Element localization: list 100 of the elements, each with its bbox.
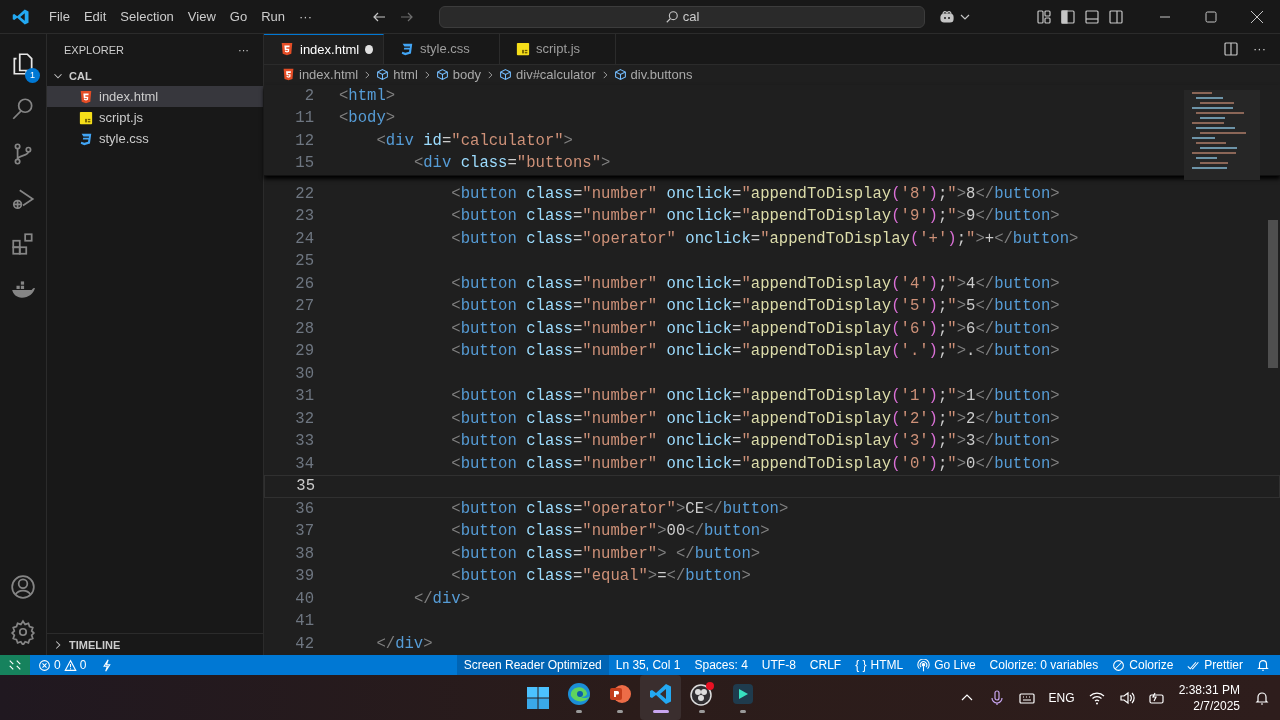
notification-bell-icon[interactable] bbox=[1254, 689, 1270, 706]
cube-icon bbox=[613, 68, 627, 82]
running-indicator bbox=[652, 710, 669, 713]
html-file-icon bbox=[79, 89, 93, 104]
line-number: 24 bbox=[294, 229, 314, 248]
search-field[interactable]: cal bbox=[439, 5, 925, 28]
problems-indicator[interactable]: 0 0 bbox=[30, 658, 95, 672]
menu-item[interactable]: ··· bbox=[292, 6, 319, 27]
menu-item[interactable]: File bbox=[42, 6, 77, 27]
line-number: 39 bbox=[294, 567, 314, 586]
breadcrumb-item[interactable]: div#calculator bbox=[499, 67, 596, 83]
menu-item[interactable]: View bbox=[180, 6, 223, 27]
chevron-right-icon bbox=[485, 69, 495, 80]
presentation-app-icon[interactable] bbox=[607, 682, 632, 706]
editor-tab[interactable]: style.css bbox=[384, 34, 500, 64]
cube-icon bbox=[435, 68, 449, 82]
code-editor-logo-icon bbox=[12, 7, 30, 26]
line-number: 37 bbox=[294, 522, 314, 541]
layout-controls-icon[interactable] bbox=[1036, 8, 1052, 25]
status-bar-item[interactable]: Ln 35, Col 1 bbox=[608, 658, 688, 672]
browser-icon[interactable] bbox=[566, 682, 591, 706]
editor-tab[interactable]: index.html bbox=[264, 34, 384, 64]
lightning-icon[interactable] bbox=[100, 658, 114, 672]
explorer-title: EXPLORER bbox=[64, 44, 124, 56]
code-line: <button class="number" onclick="appendToDisplay('5');">5</button> bbox=[450, 297, 1060, 316]
code-line: <div id="calculator"> bbox=[375, 131, 573, 150]
line-number: 29 bbox=[294, 342, 314, 361]
running-indicator bbox=[616, 710, 623, 713]
explorer-entry[interactable]: style.css bbox=[47, 128, 263, 149]
toggle-panel-icon[interactable] bbox=[1084, 8, 1100, 25]
status-bar-item[interactable]: Spaces: 4 bbox=[687, 658, 755, 672]
status-bar-item[interactable]: Prettier bbox=[1180, 658, 1250, 672]
copilot-icon[interactable] bbox=[939, 8, 955, 25]
split-editor-icon[interactable] bbox=[1223, 40, 1239, 57]
status-bar-item[interactable]: Go Live bbox=[910, 658, 983, 672]
clock-time[interactable]: 2:38:31 PM bbox=[1178, 681, 1240, 698]
blocked-icon bbox=[1112, 658, 1126, 672]
more-actions-button[interactable]: ··· bbox=[1253, 41, 1266, 57]
line-number: 32 bbox=[294, 409, 314, 428]
line-number: 11 bbox=[294, 109, 314, 128]
running-indicator bbox=[698, 710, 705, 713]
status-bar-item[interactable]: Colorize: 0 variables bbox=[982, 658, 1106, 672]
code-line: <button class="number" onclick="appendToDisplay('4');">4</button> bbox=[450, 274, 1060, 293]
line-number: 40 bbox=[294, 589, 314, 608]
html-file-icon bbox=[282, 68, 295, 82]
menu-item[interactable]: Edit bbox=[76, 6, 114, 27]
code-line: <html> bbox=[339, 86, 396, 105]
line-number: 30 bbox=[294, 364, 314, 383]
breadcrumb-item[interactable]: html bbox=[376, 67, 418, 83]
explorer-entry[interactable]: index.html bbox=[47, 86, 263, 107]
code-line: <button class="number" onclick="appendToDisplay('6');">6</button> bbox=[450, 319, 1060, 338]
breadcrumb-item[interactable]: body bbox=[435, 67, 481, 83]
code-line: <button class="number" onclick="appendToDisplay('3');">3</button> bbox=[450, 432, 1060, 451]
editor-tab[interactable]: script.js bbox=[500, 34, 616, 64]
menu-item[interactable]: Run bbox=[254, 6, 292, 27]
line-number: 2 bbox=[303, 86, 314, 105]
settings-icon[interactable] bbox=[10, 619, 36, 645]
volume-icon[interactable] bbox=[1118, 689, 1135, 706]
line-number: 12 bbox=[294, 131, 314, 150]
line-number: 41 bbox=[294, 612, 314, 631]
folder-header[interactable]: CAL bbox=[47, 66, 263, 86]
recorder-icon[interactable] bbox=[689, 682, 714, 706]
notification-badge: 1 bbox=[25, 68, 40, 83]
toggle-secondary-sidebar-icon[interactable] bbox=[1108, 8, 1124, 25]
code-line: <button class="number" onclick="appendToDisplay('2');">2</button> bbox=[450, 409, 1060, 428]
code-line: <button class="number" onclick="appendToDisplay('9');">9</button> bbox=[450, 207, 1060, 226]
breadcrumb-item[interactable]: div.buttons bbox=[613, 67, 693, 83]
code-editor-icon[interactable] bbox=[648, 682, 673, 706]
status-bar-item[interactable]: UTF-8 bbox=[754, 658, 803, 672]
line-number: 38 bbox=[294, 544, 314, 563]
breadcrumb-item[interactable]: index.html bbox=[282, 67, 359, 83]
minimap[interactable] bbox=[1184, 90, 1260, 180]
line-number: 34 bbox=[294, 454, 314, 473]
search-icon bbox=[664, 9, 679, 24]
microphone-icon[interactable] bbox=[988, 689, 1005, 706]
account-icon[interactable] bbox=[10, 574, 36, 600]
explorer-entry[interactable]: script.js bbox=[47, 107, 263, 128]
code-line: <button class="number" onclick="appendToDisplay('1');">1</button> bbox=[450, 387, 1060, 406]
toggle-primary-sidebar-icon[interactable] bbox=[1060, 8, 1076, 25]
css-file-icon bbox=[79, 131, 93, 146]
explorer-icon[interactable] bbox=[10, 51, 36, 77]
css-file-icon bbox=[400, 41, 414, 56]
line-number: 25 bbox=[294, 252, 314, 271]
extensions-icon[interactable] bbox=[10, 231, 36, 257]
status-bar-item[interactable]: CRLF bbox=[802, 658, 849, 672]
video-editor-icon[interactable] bbox=[730, 682, 755, 706]
status-bar-item[interactable]: Colorize bbox=[1105, 658, 1181, 672]
status-bar-item[interactable]: { } HTML bbox=[848, 658, 911, 672]
tab-label: index.html bbox=[300, 41, 360, 57]
running-indicator bbox=[739, 710, 746, 713]
clock-date[interactable]: 2/7/2025 bbox=[1193, 697, 1240, 714]
menu-item[interactable]: Go bbox=[222, 6, 255, 27]
input-language[interactable]: ENG bbox=[1048, 690, 1075, 705]
menu-item[interactable]: Selection bbox=[113, 6, 181, 27]
windows-start-icon[interactable] bbox=[525, 685, 550, 710]
line-number: 35 bbox=[295, 477, 315, 496]
scrollbar-thumb[interactable] bbox=[1268, 220, 1278, 368]
code-line: <button class="number" onclick="appendToDisplay('0');">0</button> bbox=[450, 454, 1060, 473]
status-bar-item[interactable]: Screen Reader Optimized bbox=[456, 655, 609, 675]
more-actions-button[interactable]: ··· bbox=[238, 44, 249, 56]
